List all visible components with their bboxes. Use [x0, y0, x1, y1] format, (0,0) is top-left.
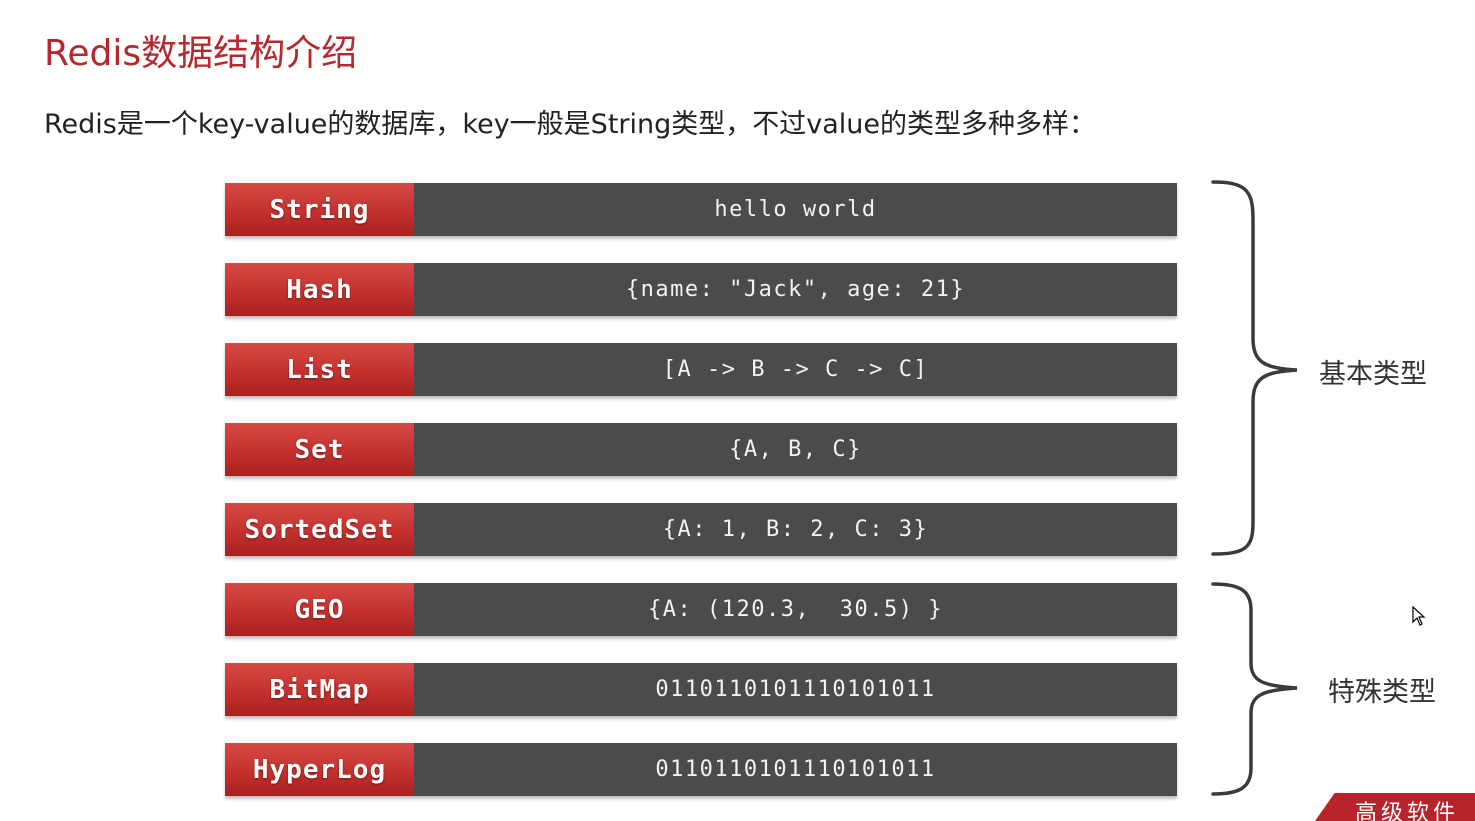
watermark-text: 高级软件 [1355, 801, 1460, 821]
type-example-hash: {name: "Jack", age: 21} [414, 263, 1177, 316]
row-list: List [A -> B -> C -> C] [225, 343, 1177, 396]
basic-types-label: 基本类型 [1319, 359, 1427, 390]
watermark: 高级软件 [1295, 793, 1475, 821]
type-example-string: hello world [414, 183, 1177, 236]
type-example-set: {A, B, C} [414, 423, 1177, 476]
type-name-set: Set [225, 423, 414, 476]
slide: Redis数据结构介绍 Redis是一个key-value的数据库，key一般是… [0, 0, 1475, 821]
type-name-bitmap: BitMap [225, 663, 414, 716]
type-name-list: List [225, 343, 414, 396]
type-example-geo: {A: (120.3, 30.5) } [414, 583, 1177, 636]
row-hash: Hash {name: "Jack", age: 21} [225, 263, 1177, 316]
row-hyperlog: HyperLog 0110110101110101011 [225, 743, 1177, 796]
row-geo: GEO {A: (120.3, 30.5) } [225, 583, 1177, 636]
group-braces [1211, 180, 1298, 796]
slide-subtitle: Redis是一个key-value的数据库，key一般是String类型，不过v… [44, 109, 1097, 140]
type-name-string: String [225, 183, 414, 236]
row-bitmap: BitMap 0110110101110101011 [225, 663, 1177, 716]
type-name-sortedset: SortedSet [225, 503, 414, 556]
type-example-list: [A -> B -> C -> C] [414, 343, 1177, 396]
basic-types-brace-icon [1211, 180, 1298, 556]
type-example-hyperlog: 0110110101110101011 [414, 743, 1177, 796]
row-string: String hello world [225, 183, 1177, 236]
special-types-brace-icon [1211, 582, 1298, 796]
type-name-geo: GEO [225, 583, 414, 636]
type-name-hash: Hash [225, 263, 414, 316]
slide-title: Redis数据结构介绍 [44, 33, 358, 74]
row-set: Set {A, B, C} [225, 423, 1177, 476]
type-name-hyperlog: HyperLog [225, 743, 414, 796]
type-example-bitmap: 0110110101110101011 [414, 663, 1177, 716]
row-sortedset: SortedSet {A: 1, B: 2, C: 3} [225, 503, 1177, 556]
special-types-label: 特殊类型 [1328, 677, 1436, 708]
mouse-pointer-icon [1412, 606, 1426, 626]
type-example-sortedset: {A: 1, B: 2, C: 3} [414, 503, 1177, 556]
